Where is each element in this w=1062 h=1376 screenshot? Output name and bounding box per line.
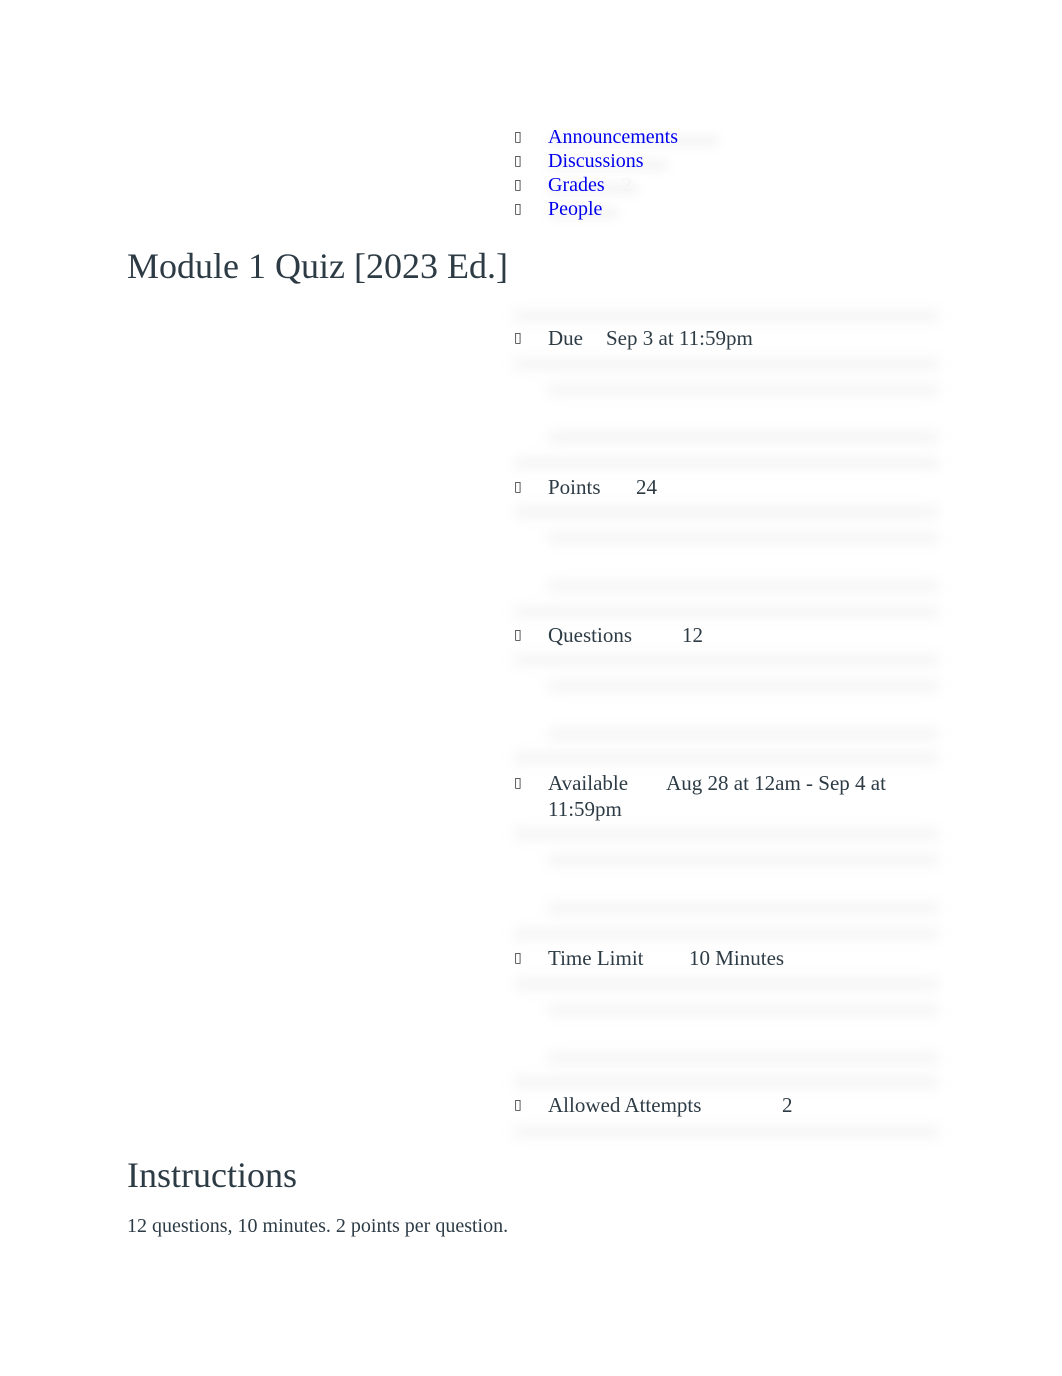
separator <box>548 1052 939 1064</box>
detail-label: Time Limit <box>548 946 644 970</box>
detail-label: Allowed Attempts <box>548 1093 702 1117</box>
separator <box>548 532 939 544</box>
detail-text: Available Aug 28 at 12am - Sep 4 at 11:59… <box>548 770 888 822</box>
separator <box>548 580 939 592</box>
separator <box>514 752 939 764</box>
detail-label: Due <box>548 326 583 350</box>
separator <box>514 358 939 370</box>
points-icon: ▯ <box>514 479 522 495</box>
separator <box>514 978 939 990</box>
nav-link-announcements[interactable]: Announcements <box>548 125 678 149</box>
separator <box>514 506 939 518</box>
separator <box>514 654 939 666</box>
separator <box>548 384 939 396</box>
detail-label: Questions <box>548 623 632 647</box>
detail-value: Sep 3 at 11:59pm <box>606 326 753 350</box>
separator <box>514 1076 939 1088</box>
instructions-heading: Instructions <box>127 1155 297 1195</box>
separator <box>514 1126 939 1138</box>
attempts-icon: ▯ <box>514 1097 522 1113</box>
nav-link-grades[interactable]: Grades <box>548 173 605 197</box>
detail-label: Available <box>548 771 629 795</box>
announcement-icon: ▯ <box>514 129 522 145</box>
grades-icon: ▯ <box>514 177 522 193</box>
nav-link-people[interactable]: People <box>548 197 602 221</box>
clock-icon: ▯ <box>514 950 522 966</box>
separator <box>514 828 939 840</box>
questions-icon: ▯ <box>514 627 522 643</box>
detail-value: 2 <box>782 1093 793 1117</box>
instructions-text: 12 questions, 10 minutes. 2 points per q… <box>127 1215 509 1237</box>
people-icon: ▯ <box>514 201 522 217</box>
separator <box>514 457 939 469</box>
detail-value: 12 <box>682 623 703 647</box>
detail-value: 24 <box>636 475 657 499</box>
separator <box>548 1004 939 1016</box>
calendar-icon: ▯ <box>514 330 522 346</box>
availability-icon: ▯ <box>514 775 522 791</box>
separator <box>514 928 939 940</box>
separator <box>548 680 939 692</box>
detail-value: 10 Minutes <box>689 946 785 970</box>
separator <box>548 854 939 866</box>
page-title: Module 1 Quiz [2023 Ed.] <box>127 246 508 286</box>
discussion-icon: ▯ <box>514 153 522 169</box>
grades-count-badge: 2 <box>622 174 632 196</box>
detail-label: Points <box>548 475 601 499</box>
separator <box>548 728 939 740</box>
nav-link-discussions[interactable]: Discussions <box>548 149 644 173</box>
separator <box>514 606 939 618</box>
separator <box>514 310 939 322</box>
separator <box>548 431 939 443</box>
separator <box>548 902 939 914</box>
